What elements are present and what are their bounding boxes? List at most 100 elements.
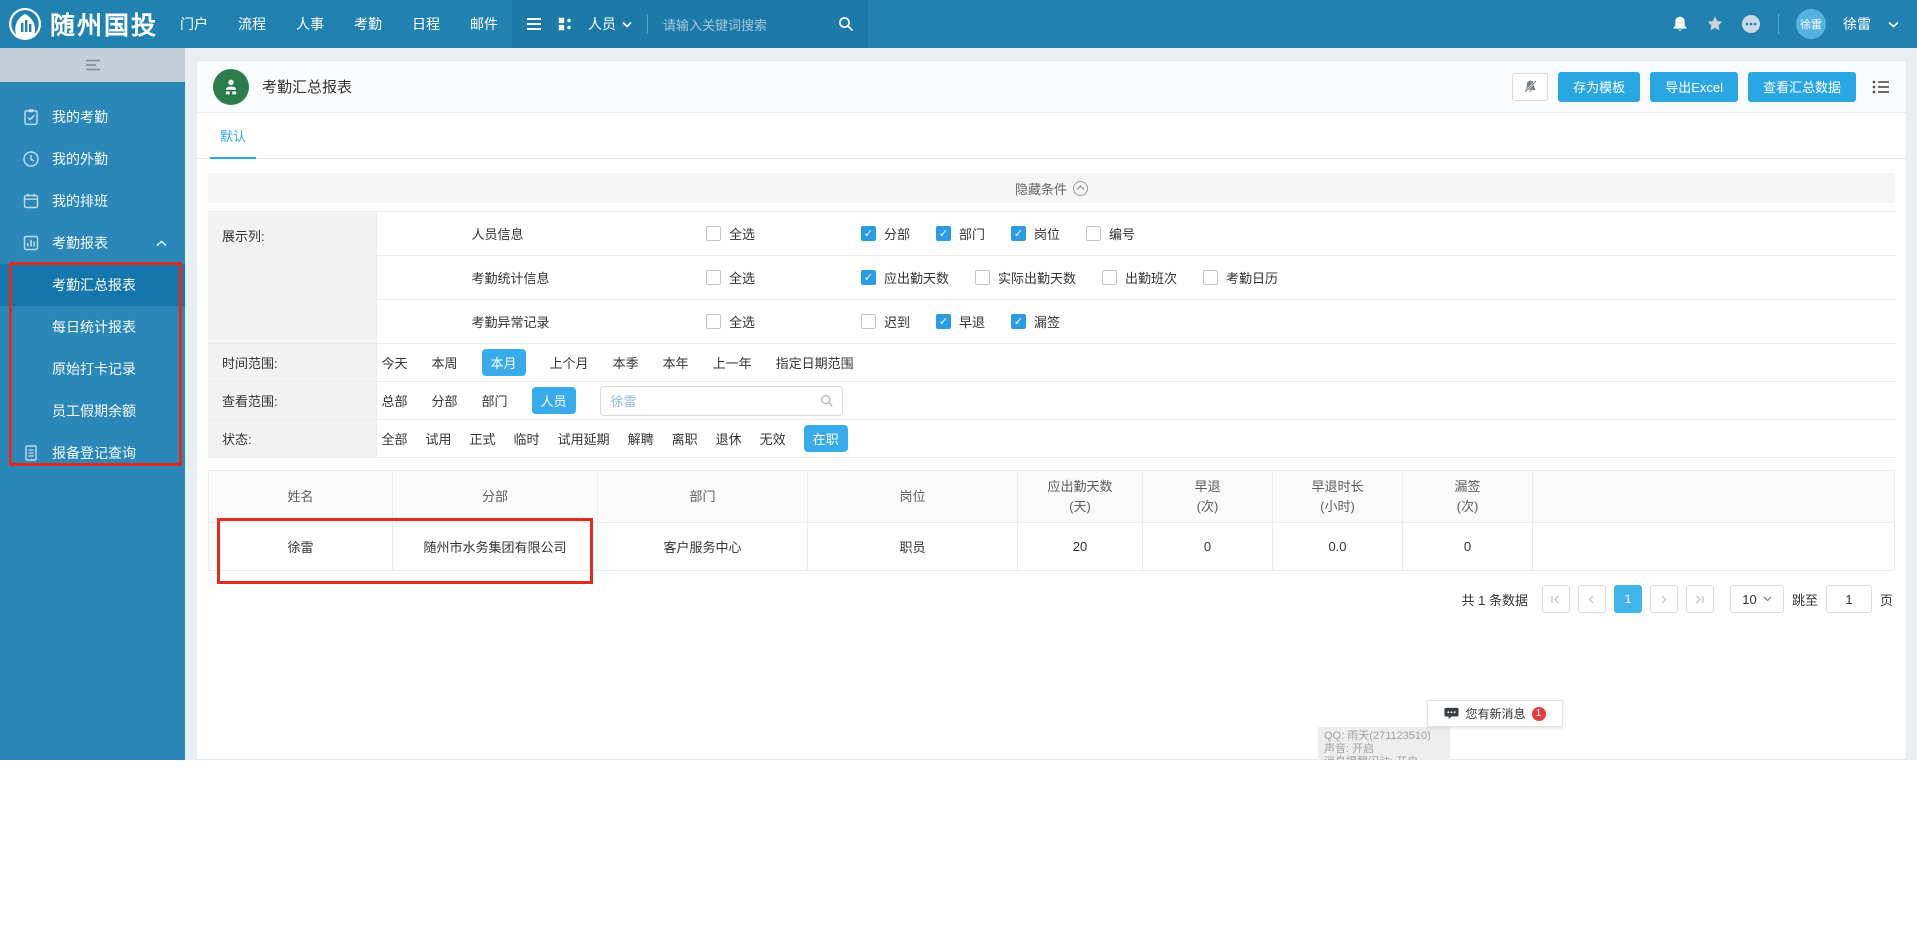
star-icon[interactable]: [1706, 15, 1724, 33]
status-option-selected[interactable]: 在职: [803, 425, 848, 452]
checkbox-icon[interactable]: [706, 225, 721, 241]
checkbox-option[interactable]: 考勤日历: [1203, 268, 1278, 287]
checkbox-icon[interactable]: [1086, 226, 1102, 241]
tab-default[interactable]: 默认: [210, 113, 257, 159]
pagination-current-page[interactable]: 1: [1613, 585, 1642, 613]
status-option[interactable]: 临时: [514, 429, 540, 448]
pagination-prev-button[interactable]: [1577, 585, 1606, 613]
time-range-option[interactable]: 上一年: [713, 353, 752, 372]
sidebar-item[interactable]: 我的外勤: [0, 138, 185, 180]
header-action-button[interactable]: 导出Excel: [1650, 71, 1738, 102]
person-search-input[interactable]: [610, 393, 820, 408]
jump-page-input[interactable]: [1825, 585, 1872, 613]
sidebar-subitem[interactable]: 原始打卡记录: [0, 348, 185, 390]
mute-notification-button[interactable]: [1512, 72, 1549, 101]
time-range-option[interactable]: 上个月: [550, 353, 589, 372]
avatar[interactable]: 徐雷: [1796, 9, 1826, 39]
status-option[interactable]: 离职: [672, 429, 698, 448]
view-scope-option[interactable]: 部门: [482, 391, 508, 410]
time-range-option[interactable]: 本季: [613, 353, 639, 372]
status-option[interactable]: 试用延期: [558, 429, 610, 448]
pagination-first-button[interactable]: [1541, 585, 1570, 613]
nav-menu-item[interactable]: 日程: [412, 14, 440, 34]
select-all-checkbox[interactable]: 全选: [706, 312, 755, 331]
nav-menu-item[interactable]: 考勤: [354, 14, 382, 34]
checkbox-option[interactable]: 漏签: [1011, 312, 1060, 331]
sidebar-subitem[interactable]: 每日统计报表: [0, 306, 185, 348]
sidebar-subitem[interactable]: 员工假期余额: [0, 390, 185, 432]
nav-menu-item[interactable]: 人事: [296, 14, 324, 34]
checkbox-option[interactable]: 部门: [936, 224, 985, 243]
status-option[interactable]: 全部: [382, 429, 408, 448]
sidebar: 我的考勤 我的外勤 我的排班考勤报表考勤汇总报表 每日统计报表 原始打卡记录 员工假期余额…: [0, 48, 185, 760]
time-range-option-selected[interactable]: 本月: [481, 349, 526, 376]
status-option[interactable]: 无效: [760, 429, 786, 448]
checkbox-option[interactable]: 应出勤天数: [861, 268, 949, 287]
pagination-next-button[interactable]: [1649, 585, 1678, 613]
checkbox-option[interactable]: 早退: [936, 312, 985, 331]
view-scope-option-selected[interactable]: 人员: [531, 387, 576, 414]
hide-conditions-toggle[interactable]: 隐藏条件: [208, 173, 1895, 203]
sidebar-subitem[interactable]: 考勤汇总报表: [0, 264, 185, 306]
checkbox-checked-icon[interactable]: [861, 270, 876, 285]
checkbox-icon[interactable]: [1203, 270, 1219, 285]
jump-suffix-label: 页: [1879, 592, 1893, 608]
status-option[interactable]: 试用: [426, 429, 452, 448]
filter-row: 考勤统计信息 全选 应出勤天数 实际出勤天数 出勤班次 考勤日历: [208, 255, 1895, 300]
checkbox-option[interactable]: 岗位: [1011, 224, 1060, 243]
user-chevron-down-icon[interactable]: [1888, 21, 1899, 28]
checkbox-icon[interactable]: [1102, 270, 1118, 285]
checkbox-checked-icon[interactable]: [936, 226, 952, 241]
pagination-last-button[interactable]: [1685, 585, 1714, 613]
checkbox-option[interactable]: 迟到: [861, 312, 910, 331]
nav-menu-item[interactable]: 邮件: [470, 14, 498, 34]
sidebar-item[interactable]: 报备登记查询: [0, 432, 185, 474]
sidebar-item[interactable]: 我的排班: [0, 180, 185, 222]
checkbox-checked-icon[interactable]: [936, 314, 952, 329]
header-action-button[interactable]: 查看汇总数据: [1747, 71, 1856, 102]
list-settings-icon[interactable]: [1872, 79, 1890, 95]
sidebar-collapse-button[interactable]: [0, 48, 185, 82]
nav-menu-item[interactable]: 流程: [238, 14, 266, 34]
checkbox-option[interactable]: 分部: [861, 224, 910, 243]
select-all-checkbox[interactable]: 全选: [706, 268, 755, 287]
logo[interactable]: 随州国投: [0, 6, 158, 42]
page-size-select[interactable]: 10: [1729, 585, 1784, 613]
header-action-button[interactable]: 存为模板: [1558, 71, 1641, 102]
new-message-bar[interactable]: 您有新消息 1: [1427, 700, 1563, 727]
checkbox-option[interactable]: 出勤班次: [1102, 268, 1177, 287]
status-option[interactable]: 解聘: [628, 429, 654, 448]
checkbox-checked-icon[interactable]: [1011, 314, 1027, 329]
table-cell: 20: [1017, 522, 1143, 571]
table-row[interactable]: 徐雷 随州市水务集团有限公司 客户服务中心 职员 20 0 0.0 0: [208, 522, 1895, 571]
view-scope-option[interactable]: 总部: [382, 391, 408, 410]
people-dropdown[interactable]: 人员: [588, 14, 632, 34]
checkbox-icon[interactable]: [861, 314, 876, 329]
sidebar-item[interactable]: 考勤报表: [0, 222, 185, 264]
chat-dots-icon[interactable]: [1741, 14, 1761, 34]
checkbox-checked-icon[interactable]: [1011, 226, 1027, 241]
time-range-option[interactable]: 本周: [432, 353, 458, 372]
sidebar-item[interactable]: 我的考勤: [0, 96, 185, 138]
checkbox-icon[interactable]: [975, 270, 991, 285]
apps-grid-icon[interactable]: [557, 16, 573, 32]
bell-icon[interactable]: [1671, 15, 1689, 33]
checkbox-option[interactable]: 实际出勤天数: [975, 268, 1076, 287]
status-option[interactable]: 正式: [470, 429, 496, 448]
hamburger-icon[interactable]: [526, 17, 542, 31]
page-size-value: 10: [1742, 591, 1757, 607]
checkbox-icon[interactable]: [706, 313, 721, 329]
status-option[interactable]: 退休: [716, 429, 742, 448]
global-search-input[interactable]: 请输入关键词搜索: [663, 15, 823, 34]
checkbox-option[interactable]: 编号: [1086, 224, 1135, 243]
sidebar-item-label: 考勤报表: [52, 235, 108, 251]
time-range-option[interactable]: 今天: [382, 353, 408, 372]
checkbox-checked-icon[interactable]: [861, 226, 876, 241]
checkbox-icon[interactable]: [706, 269, 721, 285]
search-icon[interactable]: [838, 16, 854, 32]
time-range-option[interactable]: 指定日期范围: [776, 353, 854, 372]
select-all-checkbox[interactable]: 全选: [706, 224, 755, 243]
view-scope-option[interactable]: 分部: [432, 391, 458, 410]
time-range-option[interactable]: 本年: [663, 353, 689, 372]
nav-menu-item[interactable]: 门户: [180, 14, 208, 34]
